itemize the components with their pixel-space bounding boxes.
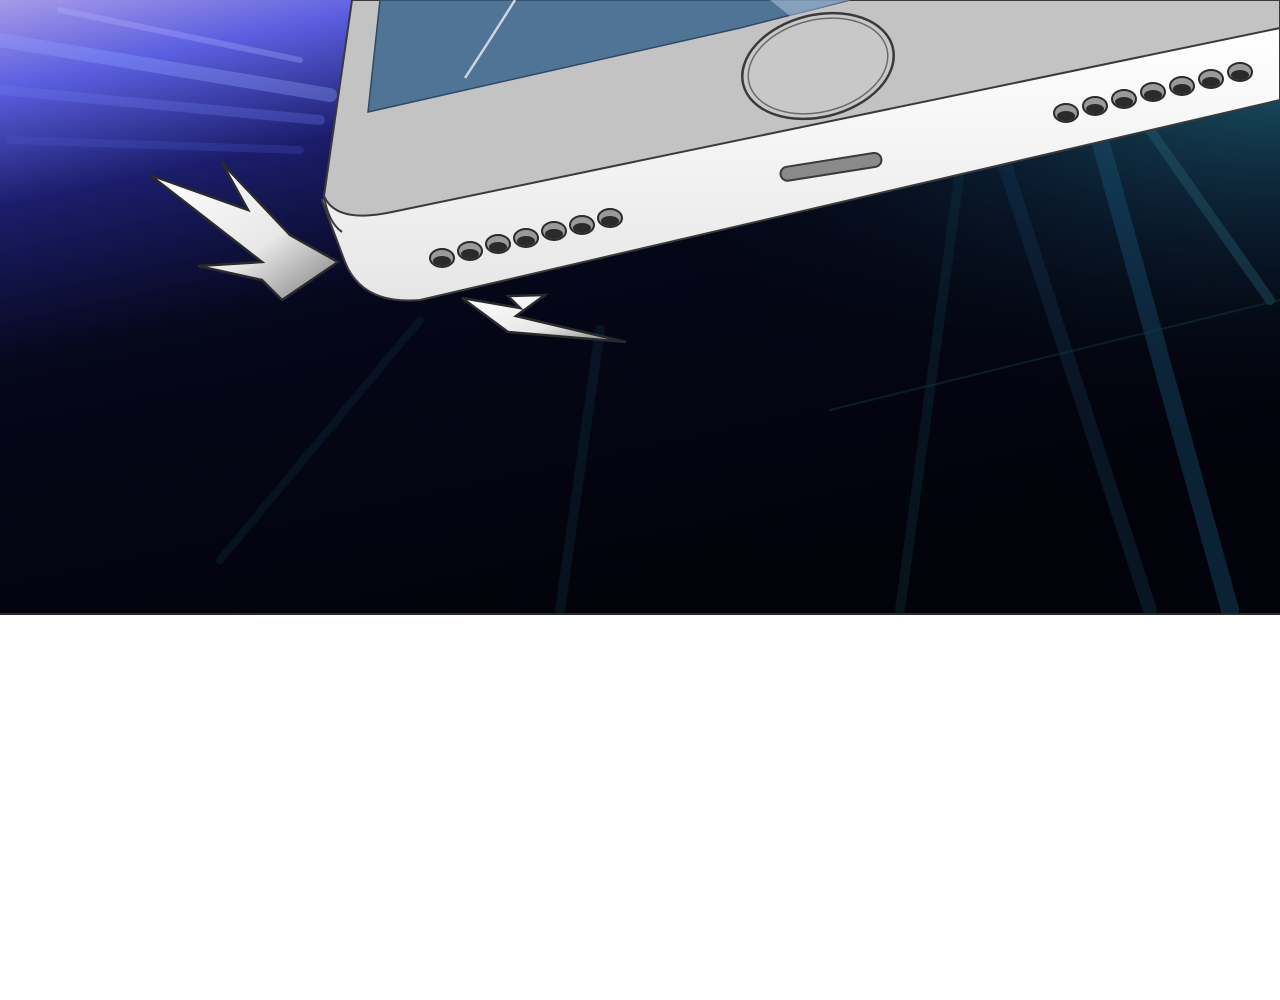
scene-illustration (0, 0, 1280, 613)
comic-panel (0, 0, 1280, 615)
empty-page-area (0, 615, 1280, 1000)
